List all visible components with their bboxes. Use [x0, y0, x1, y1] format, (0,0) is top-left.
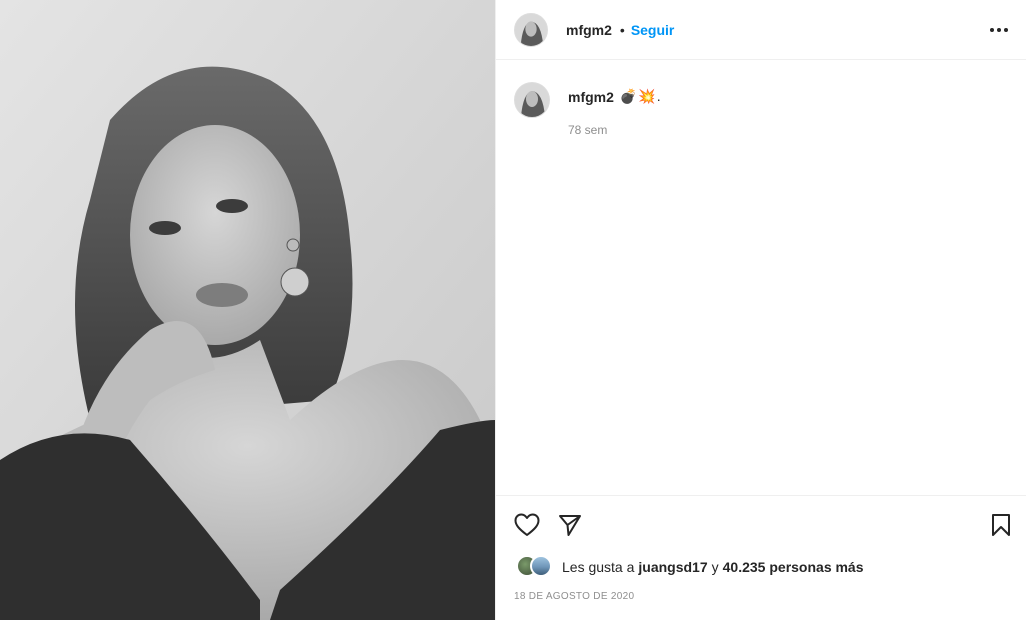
heart-icon: [514, 513, 540, 536]
post-side-panel: mfgm2 • Seguir mfgm2 💣💥. 78 sem Les gust…: [495, 0, 1026, 620]
likes-prefix: Les gusta a: [562, 559, 635, 575]
post-caption: mfgm2 💣💥. 78 sem: [514, 82, 662, 137]
liker-username[interactable]: juangsd17: [638, 559, 707, 575]
more-horizontal-icon: [990, 28, 1008, 32]
paper-plane-icon: [559, 515, 581, 536]
caption-username[interactable]: mfgm2: [568, 89, 614, 105]
likes-summary: Les gusta a juangsd17 y 40.235 personas …: [516, 555, 864, 579]
caption-text: 💣💥.: [619, 88, 662, 104]
post-date[interactable]: 18 DE AGOSTO DE 2020: [514, 591, 634, 602]
caption-author-avatar[interactable]: [514, 82, 550, 118]
save-button[interactable]: [987, 511, 1015, 539]
post-photo[interactable]: [0, 0, 495, 620]
portrait-image: [0, 0, 495, 620]
liker-avatar: [530, 555, 552, 577]
header-separator: •: [619, 21, 625, 38]
caption-timestamp[interactable]: 78 sem: [568, 123, 662, 137]
more-options-button[interactable]: [987, 18, 1011, 42]
likes-conjunction: y: [711, 559, 719, 575]
likes-count[interactable]: 40.235 personas más: [723, 559, 864, 575]
follow-button[interactable]: Seguir: [631, 22, 675, 38]
author-username[interactable]: mfgm2: [566, 22, 612, 38]
likers-avatars[interactable]: [516, 555, 558, 579]
like-button[interactable]: [513, 511, 541, 539]
author-avatar[interactable]: [514, 12, 548, 47]
post-header: mfgm2 • Seguir: [496, 0, 1026, 60]
share-button[interactable]: [556, 511, 584, 539]
post-actions: Les gusta a juangsd17 y 40.235 personas …: [496, 495, 1026, 620]
bookmark-icon: [992, 514, 1010, 536]
